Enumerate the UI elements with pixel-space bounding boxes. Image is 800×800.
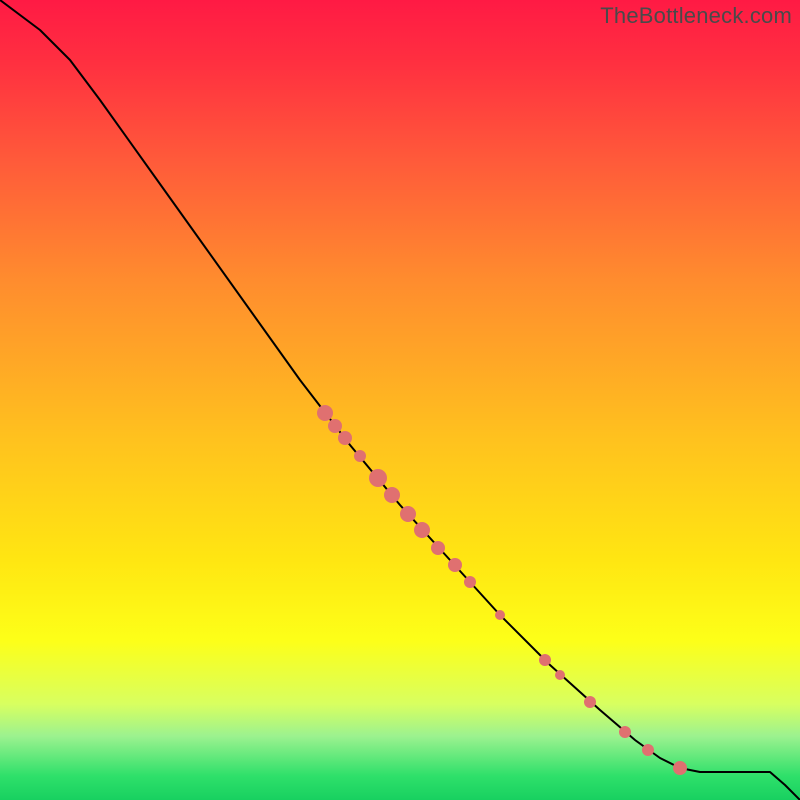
data-points-group [317,405,687,775]
data-point [495,610,505,620]
chart-area: TheBottleneck.com [0,0,800,800]
data-point [642,744,654,756]
data-point [338,431,352,445]
data-point [431,541,445,555]
data-point [354,450,366,462]
data-point [448,558,462,572]
data-point [328,419,342,433]
data-point [584,696,596,708]
data-point [369,469,387,487]
main-curve [0,0,800,800]
data-point [619,726,631,738]
data-point [555,670,565,680]
data-point [317,405,333,421]
data-point [673,761,687,775]
data-point [464,576,476,588]
data-point [384,487,400,503]
data-point [539,654,551,666]
data-point [414,522,430,538]
data-point [400,506,416,522]
chart-svg [0,0,800,800]
